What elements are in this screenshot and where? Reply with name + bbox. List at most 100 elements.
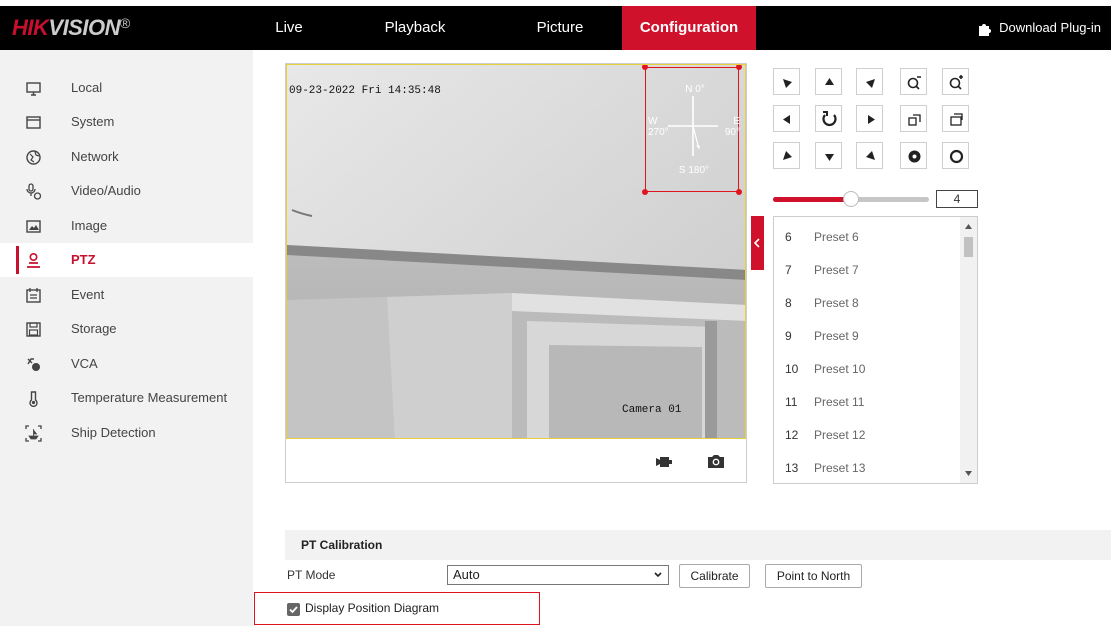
ptz-auto-rotate-button[interactable] (815, 105, 842, 132)
snapshot-camera-icon[interactable] (707, 453, 725, 469)
point-to-north-button[interactable]: Point to North (765, 564, 862, 588)
rotate-icon (822, 111, 837, 127)
active-indicator (16, 246, 19, 274)
list-item[interactable]: 7 Preset 7 (774, 254, 960, 287)
list-item[interactable]: 6 Preset 6 (774, 221, 960, 254)
sidebar-item-event[interactable]: Event (0, 278, 253, 312)
globe-icon (26, 150, 41, 165)
checkmark-icon (289, 606, 298, 614)
ptz-speed-slider[interactable] (773, 191, 929, 207)
sidebar-item-local[interactable]: Local (0, 71, 253, 105)
sidebar-item-vca[interactable]: VCA (0, 347, 253, 381)
preset-number: 6 (785, 230, 792, 244)
zoom-out-icon (907, 76, 921, 90)
sidebar-item-label: Video/Audio (71, 183, 141, 198)
arrow-down-icon (825, 154, 834, 161)
preset-scrollbar[interactable] (960, 217, 977, 483)
scroll-down-icon[interactable] (960, 467, 977, 479)
pt-mode-select[interactable]: Auto (447, 565, 669, 585)
arrow-down-left-icon (783, 151, 792, 160)
video-preview-panel: 09-23-2022 Fri 14:35:48 Camera 01 N 0° W… (285, 63, 747, 483)
iris-open-button[interactable] (900, 142, 927, 169)
ptz-down-left-button[interactable] (773, 142, 800, 169)
pt-mode-label: PT Mode (287, 568, 336, 582)
ptz-speed-value: 4 (936, 190, 978, 208)
download-plugin-link[interactable]: Download Plug-in (977, 6, 1101, 50)
ptz-speed-handle[interactable] (843, 191, 859, 207)
zoom-out-button[interactable] (900, 68, 927, 95)
focus-far-button[interactable] (942, 105, 969, 132)
sidebar-item-video-audio[interactable]: Video/Audio (0, 174, 253, 208)
download-plugin-label: Download Plug-in (999, 20, 1101, 35)
thermometer-icon (29, 391, 38, 407)
compass-east-label: E 90° (724, 116, 740, 138)
collapse-panel-button[interactable] (751, 216, 764, 270)
ptz-up-left-button[interactable] (773, 68, 800, 95)
puzzle-icon (979, 23, 992, 36)
list-item[interactable]: 12 Preset 12 (774, 419, 960, 452)
ptz-down-button[interactable] (815, 142, 842, 169)
tab-configuration[interactable]: Configuration (622, 6, 756, 50)
pt-calibration-section: PT Calibration (285, 530, 1111, 560)
zoom-in-button[interactable] (942, 68, 969, 95)
preset-label: Preset 8 (814, 296, 859, 310)
tab-live-view[interactable]: Live View (259, 6, 319, 80)
video-toolbar (286, 441, 746, 482)
sidebar-item-label: Local (71, 80, 103, 95)
list-item[interactable]: 8 Preset 8 (774, 287, 960, 320)
osd-timestamp: 09-23-2022 Fri 14:35:48 (289, 85, 441, 97)
preset-label: Preset 10 (814, 362, 866, 376)
sidebar-item-label: Event (71, 287, 105, 302)
preset-number: 12 (785, 428, 799, 442)
preset-list: 6 Preset 6 7 Preset 7 8 Preset 8 9 Preset 9 … (773, 216, 978, 484)
ptz-up-button[interactable] (815, 68, 842, 95)
list-item[interactable]: 11 Preset 11 (774, 386, 960, 419)
sidebar-item-label: Image (71, 218, 108, 233)
ptz-right-button[interactable] (856, 105, 883, 132)
focus-far-icon (950, 113, 963, 126)
iris-open-icon (908, 150, 921, 163)
iris-close-icon (949, 149, 964, 164)
display-position-diagram-checkbox[interactable] (287, 603, 300, 616)
position-diagram[interactable]: N 0° W 270° E 90° S 180° (642, 65, 742, 195)
iris-close-button[interactable] (942, 142, 969, 169)
ptz-up-right-button[interactable] (856, 68, 883, 95)
calibrate-button[interactable]: Calibrate (679, 564, 750, 588)
ptz-down-right-button[interactable] (856, 142, 883, 169)
sidebar-item-ptz[interactable]: PTZ (0, 243, 253, 277)
video-stream[interactable]: 09-23-2022 Fri 14:35:48 Camera 01 N 0° W… (286, 64, 746, 439)
arrow-left-icon (783, 115, 790, 124)
preset-number: 8 (785, 296, 792, 310)
tab-picture[interactable]: Picture (525, 6, 595, 50)
list-item[interactable]: 10 Preset 10 (774, 353, 960, 386)
scroll-up-icon[interactable] (960, 221, 977, 233)
display-position-diagram-row: Display Position Diagram (254, 592, 540, 625)
logo-text-red: HIK (12, 15, 49, 40)
tab-playback[interactable]: Playback (370, 6, 460, 50)
sidebar-item-image[interactable]: Image (0, 209, 253, 243)
scrollbar-thumb[interactable] (964, 237, 973, 257)
ptz-speed-fill (773, 197, 851, 202)
logo-text: VISION (48, 15, 120, 40)
focus-near-icon (908, 114, 921, 126)
arrow-right-icon (868, 115, 875, 124)
sidebar-item-temperature-measurement[interactable]: Temperature Measurement (0, 381, 253, 415)
sidebar-item-label: Ship Detection (71, 425, 156, 440)
page: HIKVISION® Live View Playback Picture Co… (0, 0, 1111, 626)
sidebar-item-label: System (71, 114, 115, 129)
sidebar-item-network[interactable]: Network (0, 140, 253, 174)
sidebar-item-storage[interactable]: Storage (0, 312, 253, 346)
sidebar-item-system[interactable]: System (0, 105, 253, 139)
preset-label: Preset 12 (814, 428, 866, 442)
focus-near-button[interactable] (900, 105, 927, 132)
record-video-icon[interactable] (655, 454, 673, 470)
list-item[interactable]: 13 Preset 13 (774, 452, 960, 483)
ptz-left-button[interactable] (773, 105, 800, 132)
sidebar-item-ship-detection[interactable]: Ship Detection (0, 416, 253, 450)
image-icon (26, 220, 41, 233)
chevron-down-icon (654, 572, 662, 578)
list-item[interactable]: 9 Preset 9 (774, 320, 960, 353)
pt-mode-value: Auto (453, 567, 480, 582)
display-position-diagram-label[interactable]: Display Position Diagram (305, 593, 439, 624)
preset-label: Preset 6 (814, 230, 859, 244)
